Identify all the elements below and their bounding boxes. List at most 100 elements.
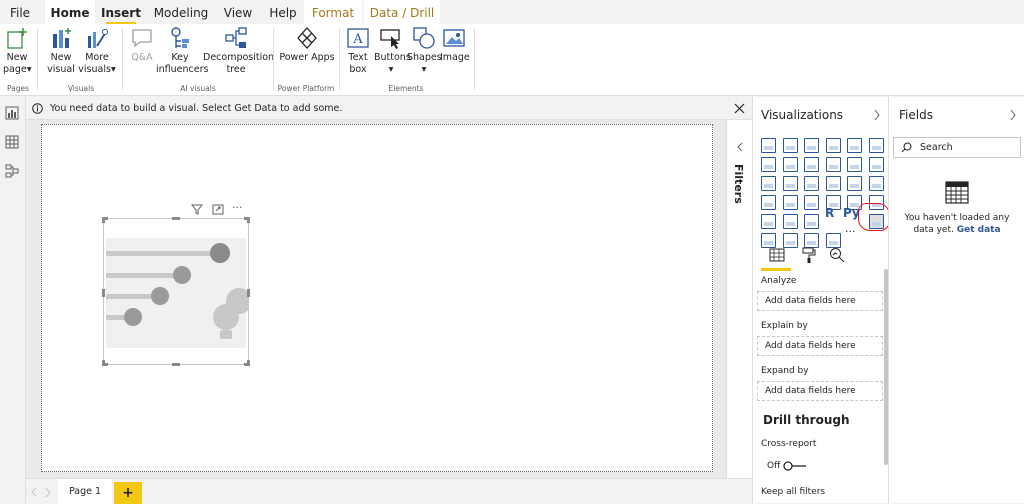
visual-type-icon[interactable] [825,176,841,191]
more-visuals-icon[interactable]: ··· [845,225,856,238]
visual-type-icon[interactable] [868,157,884,172]
visual-type-icon[interactable] [847,157,862,172]
new-page-button[interactable]: New page▾ [3,26,32,76]
prev-page-icon[interactable] [30,487,38,497]
fields-tab-icon[interactable] [769,247,785,263]
close-icon[interactable] [734,103,745,114]
chevron-right-icon[interactable] [873,109,881,121]
resize-handle[interactable] [102,217,105,223]
filters-label: Filters [732,164,745,204]
visual-type-icon[interactable] [868,176,884,191]
resize-handle[interactable] [102,289,105,297]
visual-type-icon[interactable] [825,157,841,172]
text-box-button[interactable]: A Text box [344,26,372,76]
buttons-icon [380,29,400,49]
keep-all-filters-label: Keep all filters [761,487,826,497]
tab-data-drill[interactable]: Data / Drill [364,0,440,24]
visual-type-icon[interactable] [804,176,819,191]
visual-type-icon[interactable] [804,233,819,248]
next-page-icon[interactable] [44,487,52,497]
visual-type-icon[interactable] [804,214,819,229]
report-view-icon[interactable] [5,106,19,120]
decomposition-tree-label: Decomposition [203,52,275,63]
tab-insert[interactable]: Insert [100,0,142,24]
more-visuals-icon [88,29,108,48]
dropdown-icon: ▾ [421,64,427,75]
visual-type-icon[interactable] [761,138,776,153]
filters-pane-collapsed[interactable]: Filters [726,120,752,503]
format-paint-roller-icon[interactable] [801,247,817,263]
image-label: Image [440,52,470,63]
resize-handle[interactable] [102,360,105,366]
visual-type-icon[interactable] [782,233,798,248]
visual-type-icon[interactable] [804,157,819,172]
group-separator [122,28,123,90]
tab-home[interactable]: Home [45,0,95,24]
more-visuals-label: More [85,52,109,63]
visual-type-icon[interactable] [782,214,798,229]
data-view-icon[interactable] [5,135,19,149]
analytics-magnifier-icon[interactable] [829,247,845,263]
tab-help[interactable]: Help [264,0,302,24]
chevron-left-icon[interactable] [735,142,745,152]
qa-icon [132,29,152,48]
image-icon [443,29,465,47]
chevron-right-icon[interactable] [1009,109,1017,121]
report-page[interactable]: ··· [41,124,713,472]
more-options-icon[interactable]: ··· [232,201,243,214]
tab-file[interactable]: File [4,0,36,24]
buttons-button[interactable]: Buttons ▾ [374,26,411,76]
tab-view[interactable]: View [220,0,256,24]
fields-title: Fields [899,108,933,122]
visual-type-icon[interactable] [804,195,819,210]
active-subtab-underline [761,268,791,271]
analyze-field-well[interactable]: Add data fields here [757,291,883,311]
visual-type-icon[interactable] [761,233,776,248]
visual-type-icon[interactable] [847,138,862,153]
tab-format[interactable]: Format [304,0,362,24]
visual-type-icon[interactable] [782,138,798,153]
explain-by-field-well[interactable]: Add data fields here [757,336,883,356]
annotation-circle [858,203,890,231]
visual-type-icon[interactable] [825,233,841,248]
resize-handle[interactable] [247,289,250,297]
more-visuals-button[interactable]: More visuals▾ [78,26,116,76]
visual-type-icon[interactable] [782,157,798,172]
qa-button[interactable]: Q&A [126,26,158,64]
key-influencers-placeholder-graphic [106,238,252,348]
resize-handle[interactable] [172,363,180,366]
resize-handle[interactable] [172,217,180,220]
power-apps-button[interactable]: Power Apps [278,26,336,64]
focus-mode-icon[interactable] [212,204,224,215]
visual-type-icon[interactable] [761,195,776,210]
key-influencers-visual[interactable] [102,217,252,366]
visual-type-icon[interactable] [761,214,776,229]
decomposition-tree-button[interactable]: Decomposition tree [203,26,274,76]
filter-icon[interactable] [191,204,203,215]
visual-type-icon[interactable] [782,176,798,191]
visual-type-icon[interactable] [847,176,862,191]
expand-by-field-well[interactable]: Add data fields here [757,381,883,401]
r-visual-icon[interactable]: R [825,206,834,220]
visual-type-icon[interactable] [761,176,776,191]
page-tab-page-1[interactable]: Page 1 [58,479,112,504]
key-influencers-button[interactable]: Key influencers [156,26,208,76]
resize-handle[interactable] [247,217,250,223]
shapes-button[interactable]: Shapes ▾ [407,26,442,76]
model-view-icon[interactable] [5,164,19,178]
visual-type-icon[interactable] [782,195,798,210]
visual-type-icon[interactable] [868,138,884,153]
new-visual-icon [53,28,71,48]
visual-type-icon[interactable] [825,138,841,153]
fields-search-input[interactable]: Search [893,137,1021,158]
image-button[interactable]: Image [440,26,470,64]
tab-modeling[interactable]: Modeling [150,0,212,24]
new-visual-button[interactable]: New visual [45,26,77,76]
cross-report-toggle[interactable] [783,461,807,471]
report-canvas-area: ··· [26,120,726,478]
resize-handle[interactable] [247,360,250,366]
visual-type-icon[interactable] [761,157,776,172]
get-data-link[interactable]: Get data [957,225,1001,235]
visual-type-icon[interactable] [804,138,819,153]
add-page-button[interactable]: + [114,482,142,504]
